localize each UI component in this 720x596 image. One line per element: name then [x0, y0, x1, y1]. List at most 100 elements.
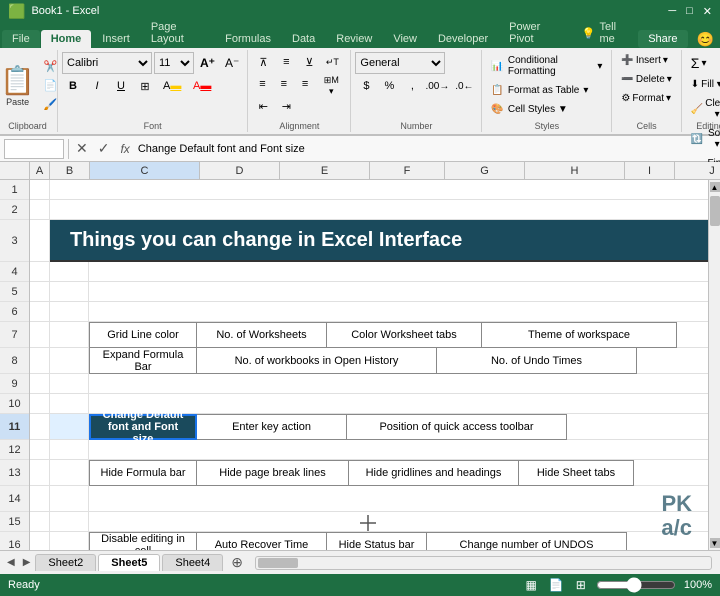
comma2-btn[interactable]: , [401, 76, 423, 96]
copy-button[interactable]: 📄 [42, 77, 60, 94]
italic-btn[interactable]: I [86, 76, 108, 96]
font-name-select[interactable]: Calibri [62, 52, 152, 74]
align-bottom-btn[interactable]: ⊻ [298, 52, 320, 72]
fill-color-btn[interactable]: A▬ [158, 76, 186, 96]
row-num-14: 14 [0, 486, 29, 512]
cell-styles-btn[interactable]: 🎨Cell Styles ▼ [486, 101, 607, 118]
tab-review[interactable]: Review [326, 30, 382, 48]
border-btn[interactable]: ⊞ [134, 76, 156, 96]
fill-btn[interactable]: ⬇Fill ▾ [686, 76, 720, 93]
vertical-scrollbar[interactable]: ▲ ▼ [708, 180, 720, 550]
cell-disable-editing[interactable]: Disable editing in cell [89, 532, 197, 550]
decrease-decimal-btn[interactable]: .0← [451, 76, 477, 96]
tab-formulas[interactable]: Formulas [215, 30, 281, 48]
page-layout-view-btn[interactable]: 📄 [547, 578, 566, 592]
cancel-formula-btn[interactable]: ✕ [73, 140, 91, 157]
wrap-text-btn[interactable]: ↵T [321, 52, 343, 72]
tell-me-box[interactable]: 💡 Tell me [572, 18, 637, 48]
cell-undo-times[interactable]: No. of Undo Times [437, 348, 637, 374]
close-btn[interactable]: ✕ [703, 5, 712, 18]
page-break-view-btn[interactable]: ⊞ [574, 578, 588, 592]
minimize-btn[interactable]: ─ [668, 5, 676, 18]
delete-cell-btn[interactable]: ➖Delete▾ [616, 71, 676, 88]
increase-font-btn[interactable]: A⁺ [196, 54, 219, 72]
font-size-select[interactable]: 11 [154, 52, 194, 74]
name-box[interactable]: C11 [4, 139, 64, 159]
percent-btn[interactable]: $ [355, 76, 377, 96]
cells-label: Cells [612, 121, 680, 131]
cell-quick-access-toolbar[interactable]: Position of quick access toolbar [347, 414, 567, 440]
decrease-indent-btn[interactable]: ⇤ [252, 96, 274, 116]
comma-btn[interactable]: % [378, 76, 400, 96]
increase-decimal-btn[interactable]: .00→ [424, 76, 450, 96]
cell-no-worksheets[interactable]: No. of Worksheets [197, 322, 327, 348]
font-color-btn[interactable]: A▬ [188, 76, 216, 96]
tab-sheet2[interactable]: Sheet2 [35, 554, 96, 571]
merge-center-btn[interactable]: ⊞M ▾ [316, 74, 346, 94]
col-header-B: B [50, 162, 90, 179]
heading-cell[interactable]: Things you can change in Excel Interface [50, 220, 708, 262]
cell-color-worksheet-tabs[interactable]: Color Worksheet tabs [327, 322, 482, 348]
normal-view-btn[interactable]: ▦ [524, 578, 539, 592]
tab-home[interactable]: Home [41, 30, 92, 48]
paste-button[interactable]: 📋 Paste [0, 58, 40, 112]
maximize-btn[interactable]: □ [686, 5, 693, 18]
cell-hide-gridlines[interactable]: Hide gridlines and headings [349, 460, 519, 486]
align-center-btn[interactable]: ≡ [274, 74, 294, 94]
insert-cell-btn[interactable]: ➕Insert▾ [616, 52, 676, 69]
confirm-formula-btn[interactable]: ✓ [95, 140, 113, 157]
number-format-select[interactable]: General [355, 52, 445, 74]
tab-power-pivot[interactable]: Power Pivot [499, 18, 570, 48]
insert-function-btn[interactable]: fx [116, 142, 133, 156]
tab-developer[interactable]: Developer [428, 30, 498, 48]
cell-hide-formula-bar[interactable]: Hide Formula bar [89, 460, 197, 486]
sum-btn[interactable]: Σ▾ [686, 52, 720, 74]
tab-page-layout[interactable]: Page Layout [141, 18, 214, 48]
align-middle-btn[interactable]: ≡ [275, 52, 297, 72]
row-num-11[interactable]: 11 [0, 414, 29, 440]
cell-expand-formula-bar[interactable]: Expand Formula Bar [89, 348, 197, 374]
conditional-formatting-btn[interactable]: 📊Conditional Formatting▾ [486, 52, 607, 80]
cell-hide-page-break[interactable]: Hide page break lines [197, 460, 349, 486]
row-15 [30, 512, 708, 532]
clear-btn[interactable]: 🧹Clear ▾ [686, 95, 720, 123]
increase-indent-btn[interactable]: ⇥ [275, 96, 297, 116]
tab-insert[interactable]: Insert [92, 30, 140, 48]
cell-auto-recover-time[interactable]: Auto Recover Time [197, 532, 327, 550]
tab-sheet5-active[interactable]: Sheet5 [98, 554, 160, 571]
spreadsheet: A B C D E F G H I J K L M 1 2 3 4 5 6 7 [0, 162, 720, 550]
bold-btn[interactable]: B [62, 76, 84, 96]
cell-workbooks-open-history[interactable]: No. of workbooks in Open History [197, 348, 437, 374]
cell-grid-line-color[interactable]: Grid Line color [89, 322, 197, 348]
horiz-scrollbar[interactable] [255, 556, 712, 570]
col-header-C[interactable]: C [90, 162, 200, 179]
cell-change-number-undos[interactable]: Change number of UNDOS [427, 532, 627, 550]
cell-hide-status-bar[interactable]: Hide Status bar [327, 532, 427, 550]
cell-hide-sheet-tabs[interactable]: Hide Sheet tabs [519, 460, 634, 486]
tab-sheet4[interactable]: Sheet4 [162, 554, 223, 571]
align-top-btn[interactable]: ⊼ [252, 52, 274, 72]
cell-theme-workspace[interactable]: Theme of workspace [482, 322, 677, 348]
cut-button[interactable]: ✂️ [42, 58, 60, 75]
cell-enter-key-action[interactable]: Enter key action [197, 414, 347, 440]
decrease-font-btn[interactable]: A⁻ [221, 54, 243, 72]
tab-data[interactable]: Data [282, 30, 325, 48]
status-bar: Ready ▦ 📄 ⊞ 100% [0, 574, 720, 596]
align-right-btn[interactable]: ≡ [295, 74, 315, 94]
format-as-table-btn[interactable]: 📋Format as Table▾ [486, 82, 607, 99]
tab-view[interactable]: View [383, 30, 427, 48]
tab-file[interactable]: File [2, 30, 40, 48]
zoom-level: 100% [684, 579, 712, 591]
underline-btn[interactable]: U [110, 76, 132, 96]
prev-sheet-btn[interactable]: ◀ [4, 557, 18, 568]
next-sheet-btn[interactable]: ▶ [20, 557, 34, 568]
align-left-btn[interactable]: ≡ [252, 74, 272, 94]
add-sheet-btn[interactable]: ⊕ [225, 552, 249, 573]
format-cell-btn[interactable]: ⚙Format▾ [616, 90, 676, 107]
formula-input[interactable] [138, 143, 716, 155]
zoom-slider[interactable] [596, 577, 676, 593]
share-btn[interactable]: Share [638, 30, 687, 48]
heading-text: Things you can change in Excel Interface [70, 229, 462, 252]
format-painter-button[interactable]: 🖌️ [42, 96, 60, 113]
cell-change-default-font[interactable]: Change Default font and Font size [89, 414, 197, 440]
